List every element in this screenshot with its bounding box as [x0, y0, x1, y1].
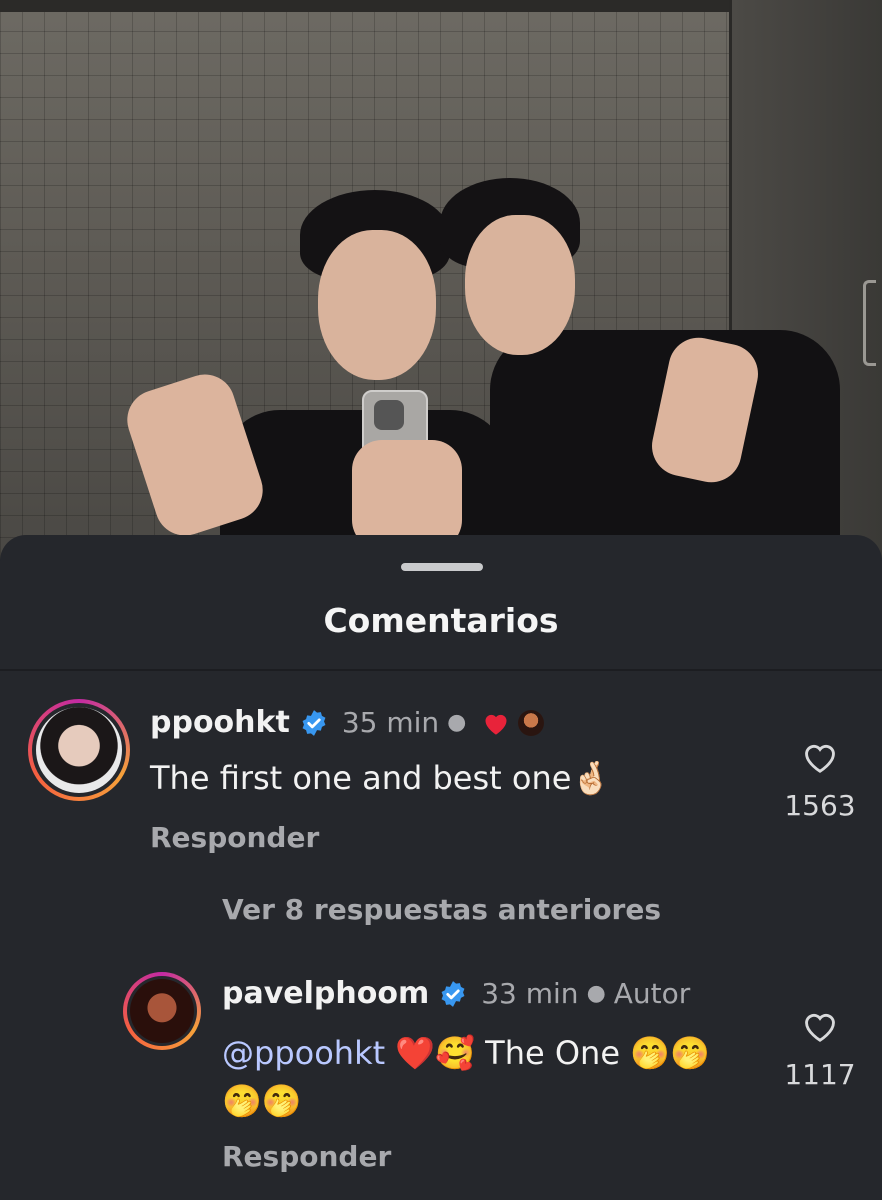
- avatar-image: [130, 979, 194, 1043]
- reply-item: pavelphoom 33 min ● Autor @ppoohkt ❤️🥰 T…: [0, 972, 882, 1173]
- comment-time: 35 min: [341, 706, 440, 739]
- like-count: 1117: [784, 1058, 856, 1091]
- like-count: 1563: [784, 789, 856, 822]
- avatar[interactable]: [123, 972, 201, 1050]
- comment-item: ppoohkt 35 min ● The first one and best …: [0, 699, 882, 879]
- like-heart-icon[interactable]: [801, 739, 839, 779]
- reply-button[interactable]: Responder: [222, 1140, 391, 1173]
- avatar[interactable]: [28, 699, 130, 801]
- sheet-title: Comentarios: [323, 601, 559, 640]
- phone-camera: [374, 400, 404, 430]
- reply-text-line-1: @ppoohkt ❤️🥰 The One 🤭🤭: [222, 1034, 710, 1072]
- phone-hand: [352, 440, 462, 550]
- verified-badge-icon: [439, 980, 467, 1008]
- like-heart-icon[interactable]: [801, 1008, 839, 1048]
- left-person-head: [318, 230, 436, 380]
- liked-by-author-avatar: [518, 709, 545, 736]
- post-photo: [0, 0, 882, 560]
- mention-link[interactable]: @ppoohkt: [222, 1034, 385, 1072]
- username[interactable]: pavelphoom: [222, 976, 429, 1011]
- author-badge: Autor: [613, 977, 691, 1010]
- separator-dot: ●: [586, 981, 606, 1006]
- reply-header: pavelphoom 33 min ● Autor: [222, 976, 690, 1011]
- username[interactable]: ppoohkt: [150, 705, 290, 740]
- reply-time: 33 min: [481, 977, 579, 1010]
- comment-header: ppoohkt 35 min ●: [150, 705, 545, 740]
- view-previous-replies-button[interactable]: Ver 8 respuestas anteriores: [222, 893, 661, 926]
- comments-sheet[interactable]: Comentarios ppoohkt 35 min ● The first o…: [0, 535, 882, 1200]
- header-divider: [0, 669, 882, 671]
- like-column: 1117: [770, 1008, 870, 1091]
- sheet-drag-handle[interactable]: [401, 563, 483, 571]
- liked-by-author-heart-icon: [482, 710, 510, 736]
- like-column: 1563: [770, 739, 870, 822]
- comment-text: The first one and best one🤞🏻: [150, 759, 612, 797]
- avatar-image: [36, 707, 122, 793]
- verified-badge-icon: [300, 709, 328, 737]
- door-handle: [863, 280, 876, 366]
- reply-button[interactable]: Responder: [150, 821, 319, 854]
- reply-text: ❤️🥰 The One 🤭🤭: [385, 1034, 710, 1072]
- right-person-head: [465, 215, 575, 355]
- reply-text-line-2: 🤭🤭: [222, 1082, 302, 1120]
- separator-dot: ●: [447, 710, 467, 735]
